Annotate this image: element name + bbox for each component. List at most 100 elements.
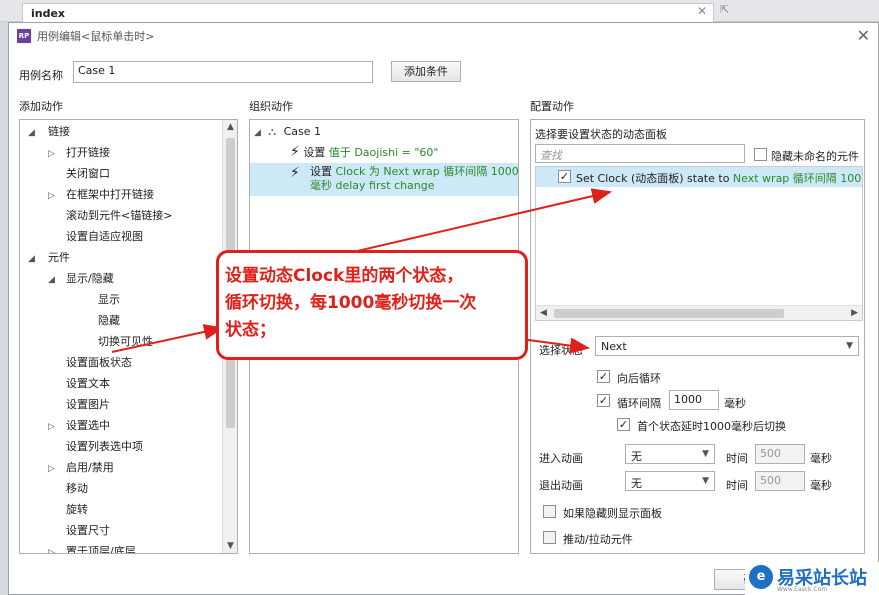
interval-checkbox[interactable]: ✓: [597, 394, 610, 407]
scroll-up-icon[interactable]: ▲: [227, 122, 234, 132]
close-icon[interactable]: ✕: [857, 26, 870, 45]
enter-animation-dropdown[interactable]: 无 ▼: [625, 444, 715, 464]
case-name-label: 用例名称: [19, 69, 63, 82]
action-detail: 值于 Daojishi = "60": [328, 146, 439, 159]
exit-time-input[interactable]: 500: [755, 471, 805, 491]
tree-item[interactable]: ◢ 显示/隐藏: [48, 269, 114, 289]
expand-closed-icon[interactable]: ▷: [48, 186, 60, 206]
tree-item[interactable]: 显示: [80, 290, 120, 310]
tree-item[interactable]: 关闭窗口: [48, 164, 110, 184]
search-input[interactable]: 查找: [535, 144, 745, 163]
tree-item-label: 打开链接: [66, 146, 110, 159]
tree-item[interactable]: 设置文本: [48, 374, 110, 394]
tree-item-label: 设置尺寸: [66, 524, 110, 537]
dialog-titlebar: RP 用例编辑<鼠标单击时> ✕: [9, 23, 878, 49]
show-if-hidden-checkbox[interactable]: [543, 505, 556, 518]
scroll-down-icon[interactable]: ▼: [227, 541, 234, 551]
panel-list: ✓ Set Clock (动态面板) state to Next wrap 循环…: [535, 166, 863, 321]
expand-open-icon: ◢: [254, 128, 261, 138]
enter-animation-value: 无: [631, 450, 642, 463]
exit-time-unit: 毫秒: [810, 479, 832, 492]
tree-item-label: 在框架中打开链接: [66, 188, 154, 201]
tree-item-label: 设置选中: [66, 419, 110, 432]
tree-item[interactable]: ▷ 设置选中: [48, 416, 110, 436]
panel-item-checkbox[interactable]: ✓: [558, 170, 571, 183]
first-delay-label: 首个状态延时1000毫秒后切换: [637, 420, 786, 433]
panel-item-label: Set Clock (动态面板) state to: [576, 172, 733, 185]
annotation-callout: 设置动态Clock里的两个状态， 循环切换，每1000毫秒切换一次 状态；: [216, 250, 528, 360]
tree-item[interactable]: ▷ 启用/禁用: [48, 458, 114, 478]
callout-line1: 设置动态Clock里的两个状态，: [225, 266, 464, 286]
expand-open-icon[interactable]: ◢: [28, 123, 40, 143]
tree-item[interactable]: 设置尺寸: [48, 521, 110, 541]
hscroll-thumb[interactable]: [554, 309, 784, 318]
configure-actions-panel: 选择要设置状态的动态面板 查找 隐藏未命名的元件 ✓ Set Clock (动态…: [530, 119, 865, 554]
tree-item[interactable]: 设置列表选中项: [48, 437, 143, 457]
expand-closed-icon[interactable]: ▷: [48, 417, 60, 437]
expand-open-icon[interactable]: ◢: [28, 249, 40, 269]
wrap-label: 向后循环: [617, 372, 661, 385]
tree-item[interactable]: 滚动到元件<锚链接>: [48, 206, 172, 226]
tree-item-label: 链接: [48, 125, 70, 138]
select-state-label: 选择状态: [539, 344, 583, 357]
interval-unit: 毫秒: [724, 397, 746, 410]
action-item-set-value[interactable]: ⚡ 设置 值于 Daojishi = "60": [290, 142, 438, 162]
scroll-right-icon[interactable]: ▶: [851, 308, 858, 318]
action-tree-panel: ◢ 链接 ▷ 打开链接关闭窗口 ▷ 在框架中打开链接滚动到元件<锚链接> 设置自适应视图 ◢ 元…: [19, 119, 238, 554]
case-tree-icon: ⛬: [268, 125, 277, 138]
tab-index[interactable]: index ✕: [22, 3, 714, 22]
action-item-set-state[interactable]: ⚡ 设置 Clock 为 Next wrap 循环间隔 1000 毫秒 dela…: [250, 163, 518, 196]
expand-open-icon[interactable]: ◢: [48, 270, 60, 290]
hide-unnamed-checkbox[interactable]: [754, 148, 767, 161]
tree-item[interactable]: ▷ 在框架中打开链接: [48, 185, 154, 205]
exit-animation-dropdown[interactable]: 无 ▼: [625, 471, 715, 491]
tree-item-label: 关闭窗口: [66, 167, 110, 180]
tab-close-icon[interactable]: ✕: [697, 4, 707, 18]
scroll-left-icon[interactable]: ◀: [540, 308, 547, 318]
wrap-checkbox[interactable]: ✓: [597, 370, 610, 383]
panel-list-hscroll[interactable]: ◀ ▶: [536, 305, 862, 320]
chevron-down-icon: ▼: [702, 476, 709, 486]
tree-item[interactable]: 隐藏: [80, 311, 120, 331]
tree-item[interactable]: ◢ 元件: [28, 248, 70, 268]
select-state-value: Next: [601, 340, 627, 353]
dynamic-panel-header: 选择要设置状态的动态面板: [535, 128, 667, 141]
add-action-heading: 添加动作: [19, 100, 63, 113]
show-if-hidden-label: 如果隐藏则显示面板: [563, 507, 662, 520]
add-condition-button[interactable]: 添加条件: [391, 61, 461, 82]
case-node-label: Case 1: [283, 125, 322, 138]
enter-time-input[interactable]: 500: [755, 444, 805, 464]
tree-item[interactable]: 移动: [48, 479, 88, 499]
expand-closed-icon[interactable]: ▷: [48, 543, 60, 553]
exit-time-label: 时间: [726, 479, 748, 492]
interval-input[interactable]: 1000: [669, 390, 719, 410]
select-state-dropdown[interactable]: Next ▼: [595, 336, 859, 356]
expand-closed-icon[interactable]: ▷: [48, 144, 60, 164]
push-pull-checkbox[interactable]: [543, 531, 556, 544]
first-delay-checkbox[interactable]: ✓: [617, 418, 630, 431]
tree-item[interactable]: 旋转: [48, 500, 88, 520]
panel-list-item[interactable]: ✓ Set Clock (动态面板) state to Next wrap 循环…: [536, 167, 862, 187]
e-logo-icon: e: [749, 565, 773, 589]
enter-animation-label: 进入动画: [539, 452, 583, 465]
tree-item[interactable]: 设置图片: [48, 395, 110, 415]
callout-line2: 循环切换，每1000毫秒切换一次: [225, 293, 477, 313]
case-name-input[interactable]: Case 1: [73, 61, 373, 83]
tree-item[interactable]: ▷ 置于顶层/底层: [48, 542, 136, 554]
action-prefix: 设置: [303, 146, 329, 159]
axure-logo-icon: RP: [17, 29, 31, 43]
tree-item-label: 旋转: [66, 503, 88, 516]
tree-item[interactable]: ▷ 打开链接: [48, 143, 110, 163]
dialog-title: 用例编辑<鼠标单击时>: [37, 30, 155, 43]
tree-item[interactable]: 设置面板状态: [48, 353, 132, 373]
expand-closed-icon[interactable]: ▷: [48, 459, 60, 479]
tree-item-label: 置于顶层/底层: [66, 545, 136, 554]
tree-item[interactable]: ◢ 链接: [28, 122, 70, 142]
tree-item[interactable]: 设置自适应视图: [48, 227, 143, 247]
tree-item[interactable]: 切换可见性: [80, 332, 153, 352]
panel-expand-icon[interactable]: ⇱: [720, 3, 729, 16]
tree-item-label: 设置图片: [66, 398, 110, 411]
panel-item-detail: Next wrap 循环间隔 1000 毫秒: [732, 172, 862, 185]
exit-animation-value: 无: [631, 477, 642, 490]
case-node[interactable]: ◢ ⛬ Case 1: [254, 122, 321, 142]
